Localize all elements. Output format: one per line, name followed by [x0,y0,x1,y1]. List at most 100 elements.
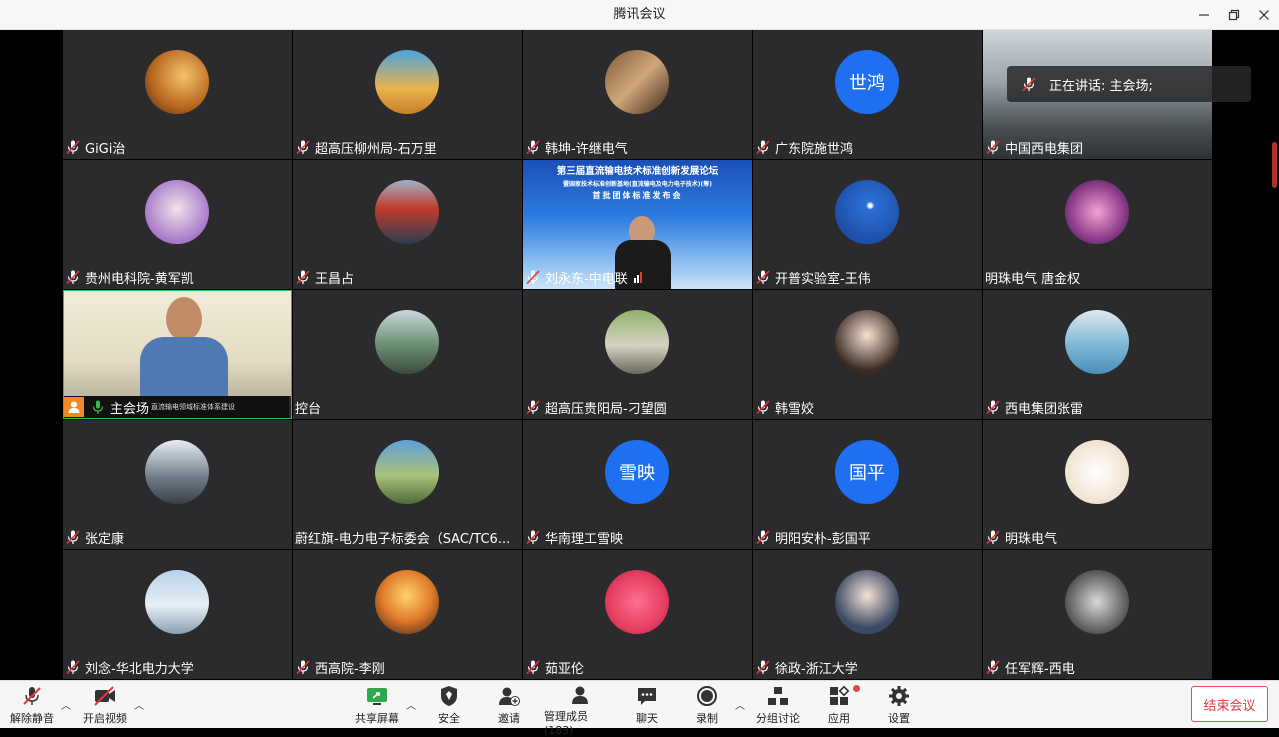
participant-tile[interactable]: 明珠电气 唐金权 [983,160,1212,289]
conference-banner: 第三届直流输电技术标准创新发展论坛 暨国家技术标准创新基地(直流输电及电力电子技术… [523,163,752,201]
participant-name: 中国西电集团 [1005,141,1084,157]
mic-muted-icon [985,659,1001,675]
mic-muted-icon [985,139,1001,155]
record-icon [695,684,719,708]
manage-members-button[interactable]: 管理成员(183) [544,684,616,737]
participant-tile[interactable]: 张定康 [63,420,292,549]
participant-tile[interactable]: 刘念-华北电力大学 [63,550,292,679]
mic-muted-icon [295,269,311,285]
mic-muted-icon [65,529,81,545]
restore-button[interactable] [1219,0,1249,30]
participant-name: 广东院施世鸿 [775,141,854,157]
participant-tile[interactable]: 超高压贵阳局-刁望圆 [523,290,752,419]
participant-nameplate: GiGi治 [65,137,125,157]
signal-icon [633,271,642,283]
grid-scrollbar[interactable] [1272,142,1277,188]
participant-tile[interactable]: 明珠电气 [983,420,1212,549]
start-video-button[interactable]: 开启视频 [80,684,130,726]
unmute-button[interactable]: 解除静音 [8,684,56,726]
audio-options-chevron-icon[interactable]: ︿ [61,697,71,712]
record-button[interactable]: 录制 [690,684,724,726]
avatar: 雪映 [605,440,669,504]
invite-button[interactable]: 邀请 [492,684,526,726]
chat-label: 聊天 [636,712,658,725]
mic-muted-icon [65,659,81,675]
participant-tile[interactable]: 任军辉-西电 [983,550,1212,679]
participant-tile[interactable]: 主会场 直流输电领域标准体系建设 [63,290,292,419]
avatar [1065,310,1129,374]
participant-name: 明珠电气 唐金权 [985,271,1081,287]
participant-tile[interactable]: 韩坤-许继电气 [523,30,752,159]
participant-tile[interactable]: GiGi治 [63,30,292,159]
mic-muted-icon [755,399,771,415]
title-bar: 腾讯会议 [0,0,1279,30]
participant-tile[interactable]: 贵州电科院-黄军凯 [63,160,292,289]
record-label: 录制 [696,712,718,725]
participant-nameplate: 主会场 直流输电领域标准体系建设 [64,396,289,418]
participant-tile[interactable]: 国平 明阳安朴-彭国平 [753,420,982,549]
minimize-icon [1199,14,1209,16]
participant-tile[interactable]: 世鸿 广东院施世鸿 [753,30,982,159]
add-user-icon [497,684,521,708]
participant-tile[interactable]: 控台 [293,290,522,419]
share-screen-label: 共享屏幕 [355,712,399,725]
minimize-button[interactable] [1189,0,1219,30]
speaking-mic-icon [1021,76,1037,92]
mic-on-icon [90,399,106,415]
participant-nameplate: 明珠电气 唐金权 [985,267,1080,287]
mic-muted-icon [525,659,541,675]
share-screen-icon [365,684,389,708]
participant-tile[interactable]: 蔚红旗-电力电子标委会（SAC/TC6... [293,420,522,549]
manage-members-label: 管理成员(183) [544,710,588,737]
chat-button[interactable]: 聊天 [630,684,664,726]
mic-muted-icon [525,529,541,545]
mic-muted-icon [295,659,311,675]
participant-tile[interactable]: 超高压柳州局-石万里 [293,30,522,159]
speaking-label: 正在讲话: 主会场; [1049,78,1153,94]
participant-name: 贵州电科院-黄军凯 [85,271,194,287]
invite-label: 邀请 [498,712,520,725]
video-options-chevron-icon[interactable]: ︿ [134,697,144,712]
participant-name: 明阳安朴-彭国平 [775,531,871,547]
participant-nameplate: 明阳安朴-彭国平 [755,527,871,547]
avatar [1065,180,1129,244]
participant-name: GiGi治 [85,141,126,157]
participant-name: 华南理工雪映 [545,531,624,547]
gear-icon [887,684,911,708]
participant-name: 控台 [295,401,322,417]
participant-tile[interactable]: 徐政-浙江大学 [753,550,982,679]
participant-tile[interactable]: 西电集团张雷 [983,290,1212,419]
mic-muted-icon [525,139,541,155]
close-button[interactable] [1249,0,1279,30]
end-meeting-button[interactable]: 结束会议 [1191,686,1268,722]
participant-name: 西电集团张雷 [1005,401,1084,417]
mic-muted-icon [755,139,771,155]
share-screen-button[interactable]: 共享屏幕 [353,684,401,726]
apps-button[interactable]: 应用 [822,684,856,726]
avatar [605,310,669,374]
participant-name: 超高压贵阳局-刁望圆 [545,401,667,417]
breakout-button[interactable]: 分组讨论 [754,684,802,726]
participant-tile[interactable]: 茹亚伦 [523,550,752,679]
meeting-toolbar: 解除静音 ︿ 开启视频 ︿ 共享屏幕 ︿ 安全 邀请 管理成员(183) 聊天 … [0,680,1279,737]
participant-tile[interactable]: 开普实验室-王伟 [753,160,982,289]
participant-tile[interactable]: 韩雪姣 [753,290,982,419]
participant-nameplate: 蔚红旗-电力电子标委会（SAC/TC6... [295,527,510,547]
share-options-chevron-icon[interactable]: ︿ [406,697,416,712]
participant-tile[interactable]: 第三届直流输电技术标准创新发展论坛 暨国家技术标准创新基地(直流输电及电力电子技术… [523,160,752,289]
participant-tile[interactable]: 雪映华南理工雪映 [523,420,752,549]
record-options-chevron-icon[interactable]: ︿ [735,697,745,712]
camera-off-icon [93,684,117,708]
settings-button[interactable]: 设置 [882,684,916,726]
participant-tile[interactable]: 西高院-李刚 [293,550,522,679]
participant-name: 徐政-浙江大学 [775,661,858,677]
avatar [375,570,439,634]
participant-name: 超高压柳州局-石万里 [315,141,437,157]
apps-label: 应用 [828,712,850,725]
breakout-label: 分组讨论 [756,712,800,725]
banner-subtitle: 暨国家技术标准创新基地(直流输电及电力电子技术)(筹) [563,181,712,188]
participant-name: 蔚红旗-电力电子标委会（SAC/TC6... [295,531,511,547]
security-button[interactable]: 安全 [432,684,466,726]
participant-nameplate: 贵州电科院-黄军凯 [65,267,194,287]
participant-tile[interactable]: 王昌占 [293,160,522,289]
